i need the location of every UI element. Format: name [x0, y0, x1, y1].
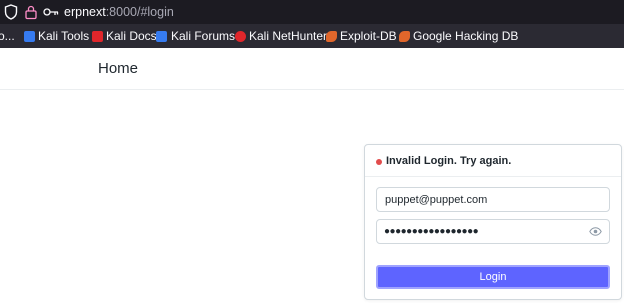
- bookmarks-toolbar: o... Kali Tools Kali Docs Kali Forums Ka…: [0, 24, 624, 48]
- email-input[interactable]: [377, 188, 609, 211]
- email-field[interactable]: [376, 187, 610, 212]
- login-button[interactable]: Login: [376, 265, 610, 289]
- login-error-message: Invalid Login. Try again.: [365, 145, 621, 177]
- url-host: erpnext: [64, 5, 106, 19]
- key-icon[interactable]: [43, 6, 59, 18]
- bookmark-kali-docs[interactable]: Kali Docs: [92, 28, 157, 44]
- bookmark-kali-forums[interactable]: Kali Forums: [156, 28, 235, 44]
- error-indicator-dot: [376, 159, 382, 165]
- bookmark-exploit-db[interactable]: Exploit-DB: [326, 28, 397, 44]
- exploit-db-icon: [326, 31, 337, 42]
- navbar-brand-home[interactable]: Home: [98, 60, 138, 78]
- kali-forums-icon: [156, 31, 167, 42]
- bookmark-google-hacking-db[interactable]: Google Hacking DB: [399, 28, 518, 44]
- url-path: :8000/#login: [105, 5, 174, 19]
- kali-nethunter-icon: [235, 31, 246, 42]
- site-navbar: Home: [0, 48, 624, 90]
- google-hacking-db-icon: [399, 31, 410, 42]
- browser-url-bar: erpnext:8000/#login: [0, 0, 624, 24]
- bookmark-kali-nethunter[interactable]: Kali NetHunter: [235, 28, 327, 44]
- bookmark-kali-tools[interactable]: Kali Tools: [24, 28, 89, 44]
- login-card: Invalid Login. Try again. ●●●●●●●●●●●●●●…: [364, 144, 622, 300]
- bookmark-overflow[interactable]: o...: [0, 28, 15, 44]
- error-message-text: Invalid Login. Try again.: [386, 155, 512, 167]
- permissions-icon[interactable]: [24, 4, 38, 20]
- toggle-password-visibility-icon[interactable]: [589, 227, 602, 236]
- kali-docs-icon: [92, 31, 103, 42]
- kali-tools-icon: [24, 31, 35, 42]
- shield-icon[interactable]: [4, 4, 18, 20]
- password-field[interactable]: ●●●●●●●●●●●●●●●●●: [376, 219, 610, 244]
- url-text[interactable]: erpnext:8000/#login: [64, 4, 174, 20]
- password-input[interactable]: ●●●●●●●●●●●●●●●●●: [384, 225, 479, 239]
